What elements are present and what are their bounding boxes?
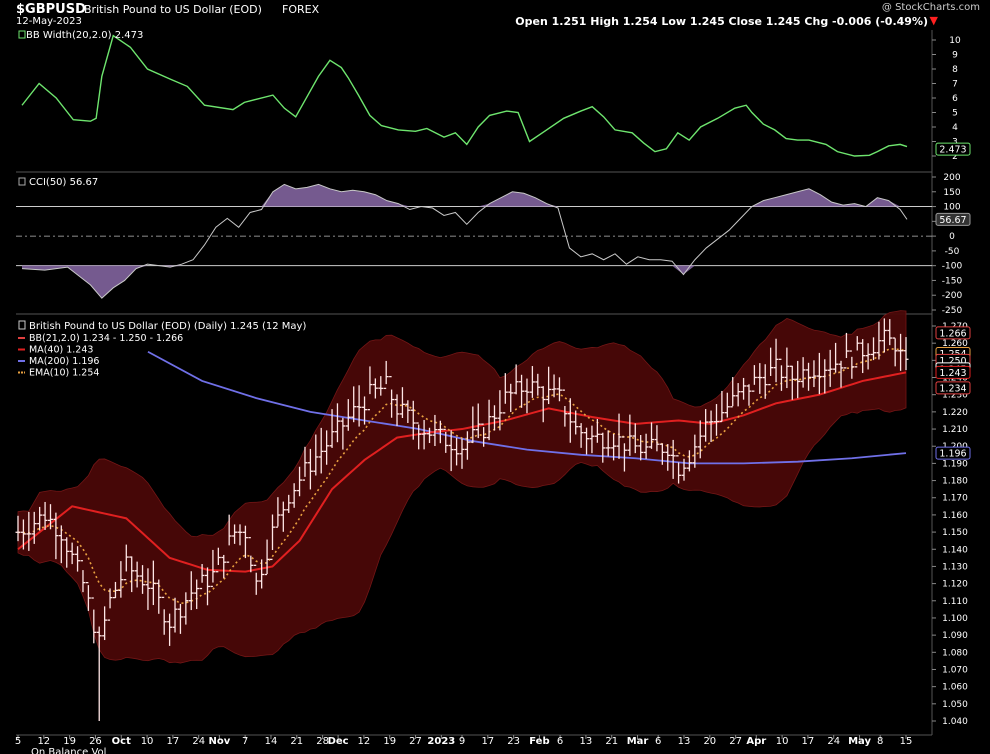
x-axis-tick: 2023: [427, 736, 455, 747]
x-axis-tick: 24: [192, 736, 205, 747]
ohlc-readout: Open 1.251 High 1.254 Low 1.245 Close 1.…: [515, 15, 928, 28]
instrument-name: British Pound to US Dollar (EOD): [84, 3, 262, 16]
x-axis-tick: Nov: [208, 736, 230, 747]
x-axis-tick: 27: [729, 736, 742, 747]
price-legend-entry: MA(40) 1.243: [29, 345, 93, 356]
obv-legend: On Balance Vol: [31, 747, 106, 754]
value-tag: 1.234: [935, 381, 971, 395]
bbw-axis-tick: 9: [952, 51, 958, 61]
cci-axis-tick: -50: [945, 247, 960, 257]
x-axis-tick: 26: [89, 736, 102, 747]
value-tag: 56.67: [935, 212, 971, 226]
x-axis-tick: Apr: [746, 736, 766, 747]
x-axis-tick: 9: [459, 736, 465, 747]
price-axis-tick: 1.080: [942, 648, 968, 658]
stock-chart: BB Width(20,2.0) 2.473 CCI(50) 56.67 Bri…: [0, 0, 990, 754]
x-axis-tick: 19: [383, 736, 396, 747]
price-axis-tick: 1.160: [942, 511, 968, 521]
x-axis-tick: 24: [827, 736, 840, 747]
cci-axis-tick: -200: [942, 291, 963, 301]
price-legend-title: British Pound to US Dollar (EOD) (Daily)…: [29, 321, 306, 332]
cci-axis-tick: 150: [943, 188, 960, 198]
bbw-axis-tick: 7: [952, 80, 958, 90]
price-legend-entry: EMA(10) 1.254: [29, 368, 99, 379]
x-axis-tick: 12: [358, 736, 371, 747]
x-axis-tick: 15: [900, 736, 913, 747]
bbw-axis-tick: 8: [952, 65, 958, 75]
x-axis-tick: 13: [678, 736, 691, 747]
price-axis-tick: 1.220: [942, 408, 968, 418]
price-axis-tick: 1.130: [942, 562, 968, 572]
x-axis-tick: Feb: [529, 736, 549, 747]
cci-axis-tick: 0: [949, 232, 955, 242]
x-axis-tick: 21: [605, 736, 618, 747]
x-axis-tick: 19: [63, 736, 76, 747]
cci-legend: CCI(50) 56.67: [29, 177, 98, 188]
price-axis-tick: 1.120: [942, 580, 968, 590]
value-tag-label: 1.196: [939, 449, 966, 460]
price-axis-tick: 1.210: [942, 425, 968, 435]
cci-axis-tick: -150: [942, 276, 963, 286]
value-tag: 1.196: [935, 446, 971, 460]
exchange-label: FOREX: [282, 3, 320, 16]
price-axis-tick: 1.040: [942, 717, 968, 727]
bbw-axis-tick: 10: [949, 36, 961, 46]
x-axis-tick: 14: [265, 736, 278, 747]
value-tag: 1.266: [935, 326, 971, 340]
x-axis-tick: 20: [703, 736, 716, 747]
date-label: 12-May-2023: [16, 16, 82, 27]
x-axis-tick: May: [848, 736, 871, 747]
x-axis-tick: 12: [37, 736, 50, 747]
x-axis-tick: 10: [141, 736, 154, 747]
price-axis-tick: 1.050: [942, 700, 968, 710]
x-axis-tick: 23: [507, 736, 520, 747]
x-axis-tick: 7: [242, 736, 248, 747]
value-tag-label: 56.67: [939, 215, 966, 226]
bbw-axis-tick: 5: [952, 109, 958, 119]
x-axis-tick: 6: [557, 736, 563, 747]
cci-axis-tick: -250: [942, 306, 963, 316]
bbw-axis-tick: 6: [952, 94, 958, 104]
price-axis-tick: 1.100: [942, 614, 968, 624]
x-axis-tick: 5: [15, 736, 21, 747]
cci-axis-tick: -100: [942, 262, 963, 272]
price-axis-tick: 1.150: [942, 528, 968, 538]
price-axis-tick: 1.170: [942, 494, 968, 504]
price-axis-tick: 1.190: [942, 459, 968, 469]
x-axis-tick: Oct: [112, 736, 131, 747]
bbw-axis-tick: 4: [952, 123, 958, 133]
x-axis-tick: Dec: [328, 736, 349, 747]
x-axis-tick: 17: [481, 736, 494, 747]
watermark: @ StockCharts.com: [881, 2, 980, 13]
cci-axis-tick: 100: [943, 203, 960, 213]
value-tag-label: 2.473: [939, 145, 966, 156]
value-tag-label: 1.234: [939, 383, 966, 394]
x-axis-tick: Mar: [627, 736, 649, 747]
price-axis-tick: 1.140: [942, 545, 968, 555]
x-axis-tick: 6: [655, 736, 661, 747]
x-axis-tick: 27: [409, 736, 422, 747]
x-axis-tick: 17: [802, 736, 815, 747]
price-axis-tick: 1.180: [942, 477, 968, 487]
price-axis-tick: 1.060: [942, 683, 968, 693]
price-legend-entry: BB(21,2.0) 1.234 - 1.250 - 1.266: [29, 333, 183, 344]
value-tag: 1.243: [935, 365, 971, 379]
price-legend-entry: MA(200) 1.196: [29, 356, 99, 367]
x-axis-tick: 8: [877, 736, 883, 747]
x-axis-tick: 13: [580, 736, 593, 747]
cci-axis-tick: 200: [943, 173, 960, 183]
value-tag-label: 1.266: [939, 328, 966, 339]
symbol-label: $GBPUSD: [16, 2, 86, 17]
x-axis-tick: 17: [167, 736, 180, 747]
price-axis-tick: 1.090: [942, 631, 968, 641]
x-axis-tick: 10: [776, 736, 789, 747]
bbw-legend: BB Width(20,2.0) 2.473: [26, 30, 143, 41]
value-tag: 2.473: [935, 142, 971, 156]
down-arrow-icon: ▼: [929, 14, 938, 27]
value-tag-label: 1.243: [939, 368, 966, 379]
price-axis-tick: 1.070: [942, 665, 968, 675]
price-axis-tick: 1.110: [942, 597, 968, 607]
x-axis-tick: 21: [290, 736, 303, 747]
